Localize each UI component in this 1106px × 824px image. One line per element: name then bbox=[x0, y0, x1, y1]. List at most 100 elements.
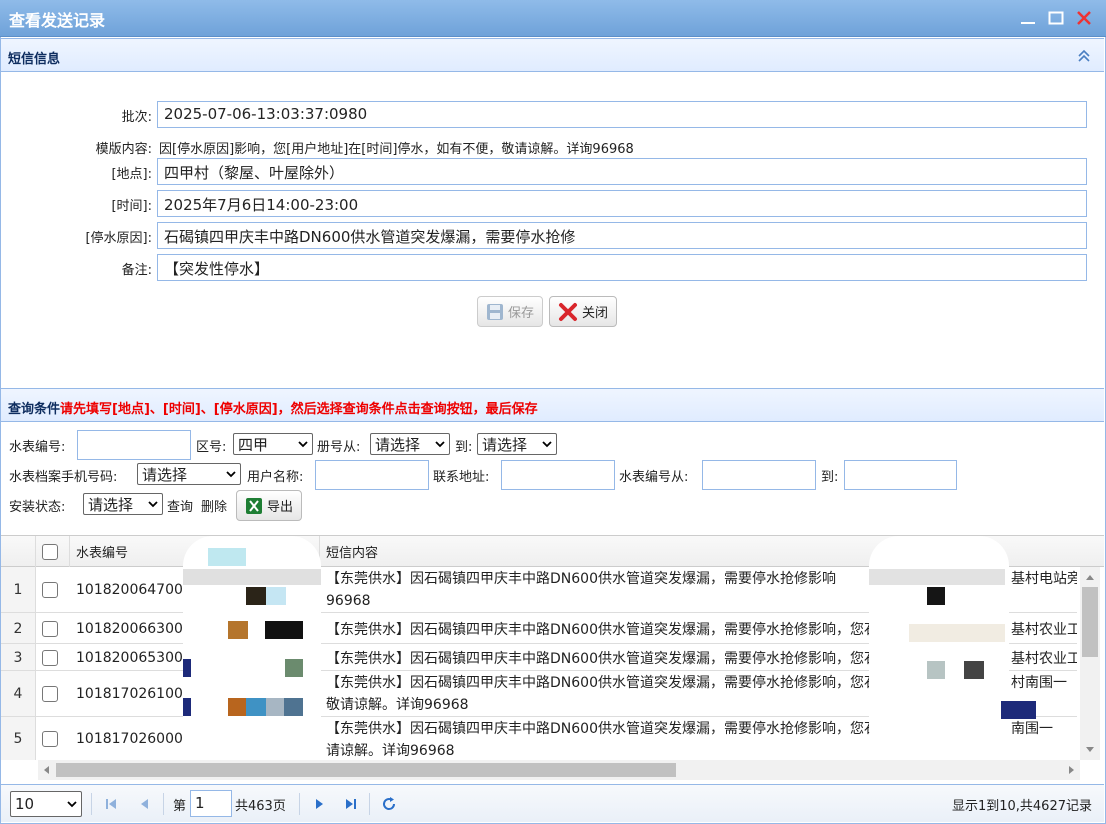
template-label: 模版内容: bbox=[95, 142, 152, 157]
pagination-bar: 10 第 1 共463页 显示1到10,共4627记录 bbox=[1, 784, 1104, 822]
minimize-icon[interactable] bbox=[1018, 8, 1038, 28]
chevron-down-icon bbox=[298, 441, 308, 448]
row-number: 2 bbox=[1, 613, 36, 643]
scroll-down-icon[interactable] bbox=[1080, 743, 1100, 757]
row-address: 南围一 bbox=[1005, 717, 1077, 739]
redaction-pixel bbox=[228, 621, 248, 639]
book-to-value: 请选择 bbox=[482, 435, 528, 454]
username-input[interactable] bbox=[315, 460, 429, 490]
reason-field[interactable]: 石碣镇四甲庆丰中路DN600供水管道突发爆漏，需要停水抢修 bbox=[157, 222, 1087, 249]
pager-separator bbox=[163, 793, 164, 815]
prev-page-icon bbox=[141, 799, 148, 809]
row-number: 5 bbox=[1, 717, 36, 760]
area-select-value: 四甲 bbox=[238, 435, 269, 454]
place-field[interactable]: 四甲村（黎屋、叶屋除外） bbox=[157, 158, 1087, 185]
page-size-select[interactable]: 10 bbox=[10, 791, 82, 817]
remark-field[interactable]: 【突发性停水】 bbox=[157, 254, 1087, 281]
template-row: 模版内容: 因[停水原因]影响，您[用户地址]在[时间]停水，如有不便，敬请谅解… bbox=[0, 133, 1100, 160]
query-hint: 请先填写[地点]、[时间]、[停水原因]，然后选择查询条件点击查询按钮，最后保存 bbox=[60, 402, 538, 417]
row-checkbox[interactable] bbox=[42, 730, 58, 747]
row-checkbox[interactable] bbox=[42, 686, 58, 702]
page-total: 共463页 bbox=[235, 798, 286, 814]
redaction-pixel bbox=[246, 698, 266, 716]
chevron-down-icon bbox=[435, 441, 445, 448]
sms-panel-title: 短信信息 bbox=[8, 52, 61, 67]
excel-icon bbox=[246, 497, 262, 514]
meter-to-input[interactable] bbox=[844, 460, 957, 490]
close-x-icon bbox=[559, 302, 577, 321]
pager-separator bbox=[91, 793, 92, 815]
install-select[interactable]: 请选择 bbox=[83, 493, 163, 515]
redaction-pixel bbox=[208, 548, 246, 566]
chevron-down-icon bbox=[226, 471, 236, 478]
row-checkbox-cell bbox=[36, 613, 70, 643]
row-checkbox[interactable] bbox=[42, 582, 58, 598]
horizontal-scroll-thumb[interactable] bbox=[56, 763, 676, 777]
page-size-value: 10 bbox=[15, 795, 35, 813]
phone-select[interactable]: 请选择 bbox=[137, 463, 241, 485]
save-label: 保存 bbox=[508, 306, 535, 321]
chevron-down-icon bbox=[67, 801, 77, 808]
row-address: 村南围一 bbox=[1005, 671, 1077, 693]
time-field[interactable]: 2025年7月6日14:00-23:00 bbox=[157, 190, 1087, 217]
query-title-text: 查询条件 bbox=[8, 402, 61, 417]
row-checkbox[interactable] bbox=[42, 649, 58, 666]
install-select-value: 请选择 bbox=[88, 495, 134, 514]
remark-label: 备注: bbox=[121, 263, 152, 278]
row-checkbox[interactable] bbox=[42, 620, 58, 637]
next-page-icon bbox=[316, 799, 323, 809]
scroll-right-icon[interactable] bbox=[1064, 760, 1078, 780]
row-checkbox-cell bbox=[36, 671, 70, 716]
prev-page-button[interactable] bbox=[137, 785, 153, 823]
redaction-pixel bbox=[183, 698, 191, 716]
horizontal-scrollbar[interactable] bbox=[38, 760, 1080, 780]
close-button[interactable]: 关闭 bbox=[549, 296, 618, 327]
last-page-button[interactable] bbox=[343, 785, 359, 823]
batch-field[interactable]: 2025-07-06-13:03:37:0980 bbox=[157, 101, 1087, 128]
place-row: [地点]: 四甲村（黎屋、叶屋除外） bbox=[0, 158, 1100, 185]
redaction-pixel bbox=[246, 587, 266, 605]
next-page-button[interactable] bbox=[311, 785, 327, 823]
delete-link[interactable]: 删除 bbox=[201, 493, 227, 517]
area-select[interactable]: 四甲 bbox=[233, 433, 313, 455]
refresh-button[interactable] bbox=[381, 785, 397, 823]
install-label: 安装状态: bbox=[9, 499, 66, 515]
meter-no-input[interactable] bbox=[77, 430, 191, 460]
vertical-scrollbar[interactable] bbox=[1080, 567, 1100, 760]
address-input[interactable] bbox=[501, 460, 615, 490]
book-to-select[interactable]: 请选择 bbox=[477, 433, 557, 455]
redaction-pixel bbox=[266, 698, 284, 716]
template-text: 因[停水原因]影响，您[用户地址]在[时间]停水，如有不便，敬请谅解。详询969… bbox=[159, 142, 634, 157]
redaction-pixel bbox=[183, 659, 191, 677]
page-number-input[interactable]: 1 bbox=[190, 790, 232, 817]
vertical-scroll-thumb[interactable] bbox=[1082, 587, 1098, 657]
row-number: 3 bbox=[1, 644, 36, 670]
row-checkbox-cell bbox=[36, 644, 70, 670]
scroll-up-icon[interactable] bbox=[1080, 570, 1100, 584]
address-label: 联系地址: bbox=[433, 469, 490, 485]
first-page-button[interactable] bbox=[103, 785, 119, 823]
place-label: [地点]: bbox=[111, 167, 152, 182]
meter-from-input[interactable] bbox=[702, 460, 816, 490]
collapse-up-icon[interactable] bbox=[1076, 48, 1092, 64]
export-label: 导出 bbox=[267, 500, 294, 515]
scroll-left-icon[interactable] bbox=[40, 760, 54, 780]
maximize-icon[interactable] bbox=[1046, 8, 1066, 28]
records-grid: 水表编号 短信内容 1 101820064700 【东莞供水】因石碣镇四甲庆丰中… bbox=[1, 535, 1104, 784]
redaction-pixel bbox=[909, 624, 1005, 642]
query-panel-title: 查询条件请先填写[地点]、[时间]、[停水原因]，然后选择查询条件点击查询按钮，… bbox=[8, 398, 538, 417]
meter-from-label: 水表编号从: bbox=[619, 469, 689, 485]
chevron-down-icon bbox=[148, 501, 158, 508]
book-from-select[interactable]: 请选择 bbox=[370, 433, 450, 455]
select-all-checkbox[interactable] bbox=[42, 543, 58, 560]
last-page-icon bbox=[346, 799, 356, 809]
row-number: 4 bbox=[1, 671, 36, 716]
export-button[interactable]: 导出 bbox=[236, 490, 303, 521]
close-icon[interactable] bbox=[1074, 8, 1094, 28]
redaction-pixel bbox=[927, 587, 945, 605]
redaction-pixel bbox=[1001, 701, 1036, 719]
header-rownum bbox=[1, 536, 36, 567]
sms-panel-header: 短信信息 bbox=[1, 38, 1104, 72]
query-link[interactable]: 查询 bbox=[167, 493, 193, 517]
save-button[interactable]: 保存 bbox=[477, 296, 544, 327]
